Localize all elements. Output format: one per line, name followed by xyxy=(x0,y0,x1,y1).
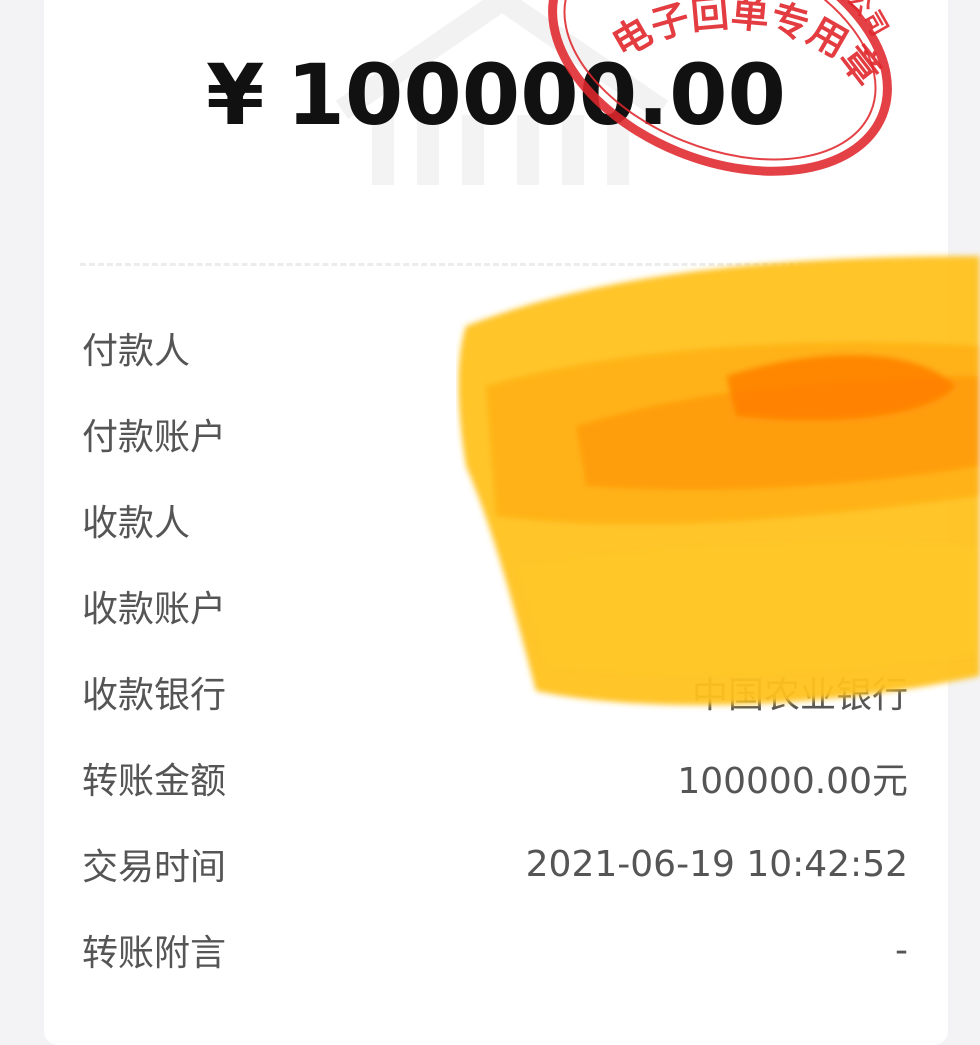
detail-label: 付款人 xyxy=(82,331,191,372)
detail-row-remark: 转账附言 - xyxy=(44,907,948,993)
electronic-receipt-seal-stamp: 银行股份有限公司 电子回单专用章 xyxy=(548,0,894,176)
detail-label: 收款账户 xyxy=(82,589,227,630)
detail-label: 收款人 xyxy=(82,503,191,544)
seal-main-text: 电子回单专用章 xyxy=(604,0,890,94)
detail-value: 100000.00元 xyxy=(677,761,908,802)
detail-label: 转账金额 xyxy=(82,761,227,802)
redaction-scribble xyxy=(458,256,980,706)
detail-label: 交易时间 xyxy=(82,847,227,888)
ticket-notch-left xyxy=(0,244,20,284)
currency-symbol: ¥ xyxy=(206,46,265,144)
detail-row-transfer-amount: 转账金额 100000.00元 xyxy=(44,735,948,821)
detail-row-transaction-time: 交易时间 2021-06-19 10:42:52 xyxy=(44,821,948,907)
detail-label: 付款账户 xyxy=(82,417,227,458)
detail-value: - xyxy=(895,929,908,971)
detail-label: 收款银行 xyxy=(82,675,227,716)
detail-label: 转账附言 xyxy=(82,933,227,974)
detail-value: 2021-06-19 10:42:52 xyxy=(525,843,908,885)
